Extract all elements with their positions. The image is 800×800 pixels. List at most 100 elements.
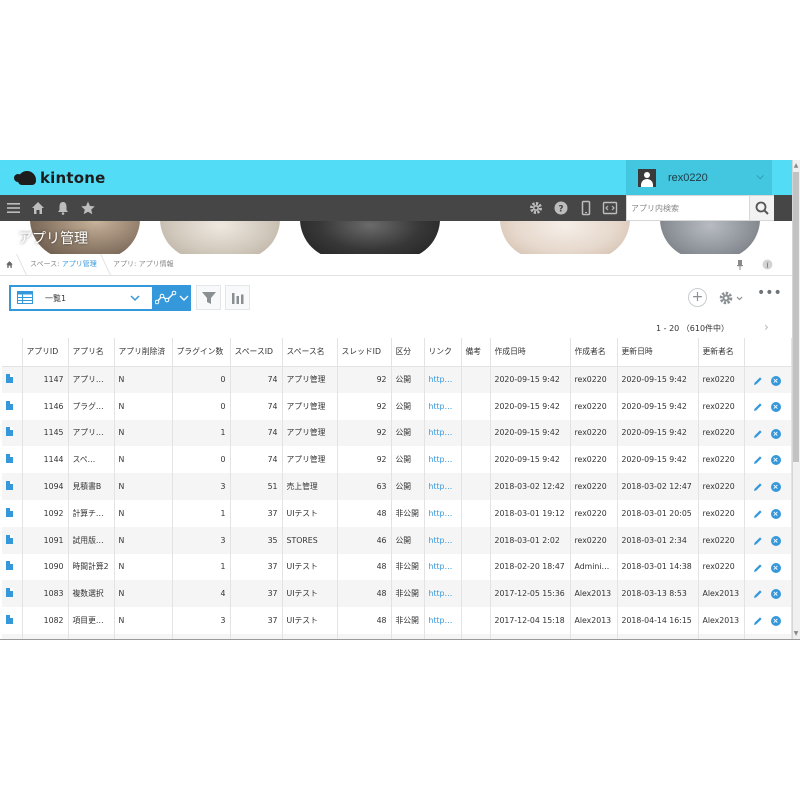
link-cell[interactable]: http…	[424, 446, 462, 474]
column-header[interactable]: 作成者名	[570, 338, 618, 367]
delete-icon[interactable]: ×	[770, 428, 781, 439]
add-record-button[interactable]: +	[688, 288, 707, 307]
table-row[interactable]	[2, 633, 792, 639]
graph-view-button[interactable]	[152, 287, 191, 309]
column-header[interactable]: アプリID	[22, 338, 69, 367]
record-detail-cell[interactable]	[2, 392, 23, 420]
delete-icon[interactable]: ×	[770, 562, 781, 573]
edit-pencil-icon[interactable]	[753, 536, 763, 546]
link-cell[interactable]: http…	[424, 526, 462, 554]
delete-icon[interactable]: ×	[770, 616, 781, 627]
search-button[interactable]	[749, 196, 774, 220]
document-icon[interactable]	[6, 454, 13, 464]
table-row[interactable]: 1144 スペ… N 0 74 アプリ管理 92 公開 http… 2020-09-15 9:42…	[2, 446, 792, 474]
delete-icon[interactable]: ×	[770, 535, 781, 546]
document-icon[interactable]	[6, 400, 13, 410]
scrollbar-thumb[interactable]	[793, 172, 799, 462]
edit-pencil-icon[interactable]	[753, 509, 763, 519]
record-detail-cell[interactable]	[2, 499, 23, 527]
kintone-logo[interactable]: kintone	[14, 168, 106, 188]
column-header[interactable]: スペース名	[282, 338, 338, 367]
document-icon[interactable]	[6, 374, 13, 384]
column-header[interactable]: 備考	[461, 338, 491, 367]
app-settings-button[interactable]	[718, 290, 746, 306]
more-options-button[interactable]: •••	[757, 286, 782, 306]
table-row[interactable]: 1147 アプリ… N 0 74 アプリ管理 92 公開 http… 2020-09-15 9:4…	[2, 366, 792, 393]
delete-icon[interactable]: ×	[770, 482, 781, 493]
edit-pencil-icon[interactable]	[753, 376, 763, 386]
link-cell[interactable]: http…	[424, 580, 462, 608]
code-icon[interactable]	[602, 200, 618, 216]
record-detail-cell[interactable]	[2, 553, 23, 581]
record-detail-cell[interactable]	[2, 580, 23, 608]
delete-icon[interactable]: ×	[770, 455, 781, 466]
column-header[interactable]: 更新日時	[617, 338, 699, 367]
star-icon[interactable]	[80, 200, 96, 216]
record-detail-cell[interactable]	[2, 526, 23, 554]
document-icon[interactable]	[6, 588, 13, 598]
link-cell[interactable]: http…	[424, 419, 462, 447]
delete-icon[interactable]: ×	[770, 375, 781, 386]
table-row[interactable]: 1083 複数選択 N 4 37 UIテスト 48 非公開 http… 2017-12-05 15…	[2, 580, 792, 608]
pin-icon[interactable]	[735, 259, 745, 270]
view-selector[interactable]: 一覧1	[9, 285, 191, 311]
column-header[interactable]: スレッドID	[337, 338, 392, 367]
column-header[interactable]: アプリ名	[68, 338, 115, 367]
link-cell[interactable]: http…	[424, 499, 462, 527]
document-icon[interactable]	[6, 427, 13, 437]
document-icon[interactable]	[6, 507, 13, 517]
table-row[interactable]: 1090 時間計算2 N 1 37 UIテスト 48 非公開 http… 2018-02-20 1…	[2, 553, 792, 581]
document-icon[interactable]	[6, 481, 13, 491]
edit-pencil-icon[interactable]	[753, 616, 763, 626]
table-row[interactable]: 1091 試用版… N 3 35 STORES 46 公開 http… 2018-03-01 2:…	[2, 526, 792, 554]
home-icon[interactable]	[30, 200, 46, 216]
delete-icon[interactable]: ×	[770, 401, 781, 412]
record-detail-cell[interactable]	[2, 633, 23, 639]
link-cell[interactable]: http…	[424, 366, 462, 393]
column-header[interactable]: リンク	[424, 338, 462, 367]
link-cell[interactable]: http…	[424, 392, 462, 420]
search-input[interactable]	[627, 196, 747, 220]
record-detail-cell[interactable]	[2, 446, 23, 474]
column-header[interactable]: プラグイン数	[172, 338, 231, 367]
scroll-up-arrow[interactable]: ▲	[793, 162, 799, 170]
gear-icon[interactable]	[528, 200, 544, 216]
document-icon[interactable]	[6, 534, 13, 544]
edit-pencil-icon[interactable]	[753, 589, 763, 599]
link-cell[interactable]	[424, 633, 462, 639]
column-header[interactable]: 作成日時	[490, 338, 571, 367]
document-icon[interactable]	[6, 561, 13, 571]
delete-icon[interactable]: ×	[770, 589, 781, 600]
edit-pencil-icon[interactable]	[753, 563, 763, 573]
record-detail-cell[interactable]	[2, 419, 23, 447]
info-icon[interactable]: i	[762, 259, 773, 270]
record-detail-cell[interactable]	[2, 607, 23, 634]
table-row[interactable]: 1082 項目更… N 3 37 UIテスト 48 非公開 http… 2017-12-04 15…	[2, 607, 792, 634]
column-header[interactable]: スペースID	[230, 338, 283, 367]
help-icon[interactable]: ?	[553, 200, 569, 216]
next-page-button[interactable]: ›	[764, 320, 769, 334]
edit-pencil-icon[interactable]	[753, 429, 763, 439]
edit-pencil-icon[interactable]	[753, 402, 763, 412]
edit-pencil-icon[interactable]	[753, 455, 763, 465]
document-icon[interactable]	[6, 615, 13, 625]
hamburger-menu-icon[interactable]	[6, 200, 22, 216]
filter-button[interactable]	[196, 285, 221, 310]
table-row[interactable]: 1094 見積書B N 3 51 売上管理 63 公開 http… 2018-03-02 12:4…	[2, 473, 792, 500]
table-row[interactable]: 1146 プラグ… N 0 74 アプリ管理 92 公開 http… 2020-09-15 9:4…	[2, 392, 792, 420]
bell-icon[interactable]	[55, 200, 71, 216]
column-header[interactable]: 区分	[391, 338, 425, 367]
link-cell[interactable]: http…	[424, 553, 462, 581]
column-header[interactable]: アプリ削除済	[114, 338, 173, 367]
link-cell[interactable]: http…	[424, 607, 462, 634]
delete-icon[interactable]: ×	[770, 508, 781, 519]
mobile-icon[interactable]	[578, 200, 594, 216]
user-menu[interactable]: rex0220 ⌵	[626, 160, 772, 195]
table-row[interactable]: 1145 アプリ… N 1 74 アプリ管理 92 公開 http… 2020-09-15 9:4…	[2, 419, 792, 447]
record-detail-cell[interactable]	[2, 473, 23, 500]
record-detail-cell[interactable]	[2, 366, 23, 393]
column-header[interactable]: 更新者名	[698, 338, 745, 367]
scroll-down-arrow[interactable]: ▼	[793, 630, 799, 638]
breadcrumb-space-link[interactable]: アプリ管理	[62, 260, 97, 268]
chart-button[interactable]	[225, 285, 250, 310]
